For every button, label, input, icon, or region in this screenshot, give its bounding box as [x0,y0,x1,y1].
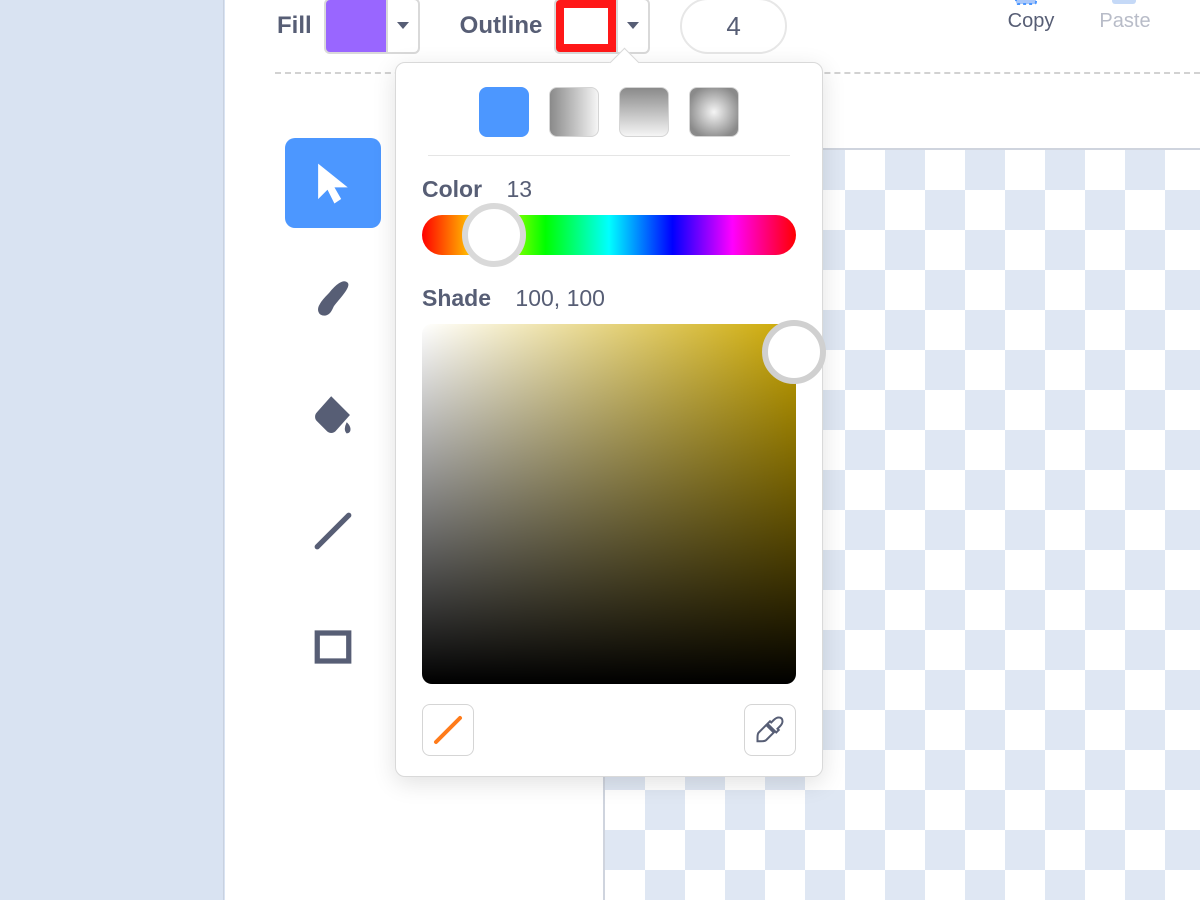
copy-button[interactable]: Copy [984,0,1078,33]
paint-bucket-icon [312,394,354,436]
color-value: 13 [506,176,532,202]
outline-swatch[interactable] [554,0,650,54]
color-picker-popup: Color 13 Shade 100, 100 [395,62,823,777]
fill-dropdown-caret[interactable] [386,0,420,54]
no-color-button[interactable] [422,704,474,756]
rectangle-tool[interactable] [285,602,381,692]
fill-mode-row [428,87,790,156]
paste-button[interactable]: Paste [1078,0,1172,33]
paint-editor-main: Fill Outline 4 Copy [225,0,1200,900]
shade-label: Shade [422,285,491,311]
shade-picker-area[interactable] [422,324,796,684]
stroke-width-input[interactable]: 4 [680,0,786,54]
fill-mode-horizontal-gradient[interactable] [549,87,599,137]
paint-toolbar: Fill Outline 4 Copy [225,0,1200,70]
fill-color-swatch[interactable] [324,0,386,54]
shade-row-label: Shade 100, 100 [422,285,796,312]
brush-icon [312,278,354,320]
left-panel-edge [0,0,225,900]
no-color-icon [431,713,465,747]
fill-mode-vertical-gradient[interactable] [619,87,669,137]
tool-column [285,138,385,718]
eyedropper-button[interactable] [744,704,796,756]
fill-swatch[interactable] [324,0,420,54]
line-icon [312,510,354,552]
paste-icon [1078,0,1172,6]
copy-icon [984,0,1078,6]
picker-bottom-row [422,704,796,756]
outline-color-swatch[interactable] [554,0,616,54]
select-tool[interactable] [285,138,381,228]
hue-slider-thumb[interactable] [462,203,526,267]
chevron-down-icon [396,21,410,31]
line-tool[interactable] [285,486,381,576]
eyedropper-icon [755,715,785,745]
color-label: Color [422,176,482,202]
fill-label: Fill [277,12,312,40]
fill-tool[interactable] [285,370,381,460]
outline-label: Outline [460,12,543,40]
copy-paste-group: Copy Paste [984,0,1172,33]
color-row-label: Color 13 [422,176,796,203]
paste-label: Paste [1078,10,1172,33]
brush-tool[interactable] [285,254,381,344]
chevron-down-icon [626,21,640,31]
outline-dropdown-caret[interactable] [616,0,650,54]
stroke-width-value: 4 [726,11,740,42]
shade-value: 100, 100 [515,285,605,311]
fill-mode-radial-gradient[interactable] [689,87,739,137]
hue-slider[interactable] [422,215,796,255]
arrow-cursor-icon [312,162,354,204]
rectangle-icon [312,626,354,668]
shade-picker-thumb[interactable] [762,320,826,384]
copy-label: Copy [984,10,1078,33]
fill-mode-solid[interactable] [479,87,529,137]
